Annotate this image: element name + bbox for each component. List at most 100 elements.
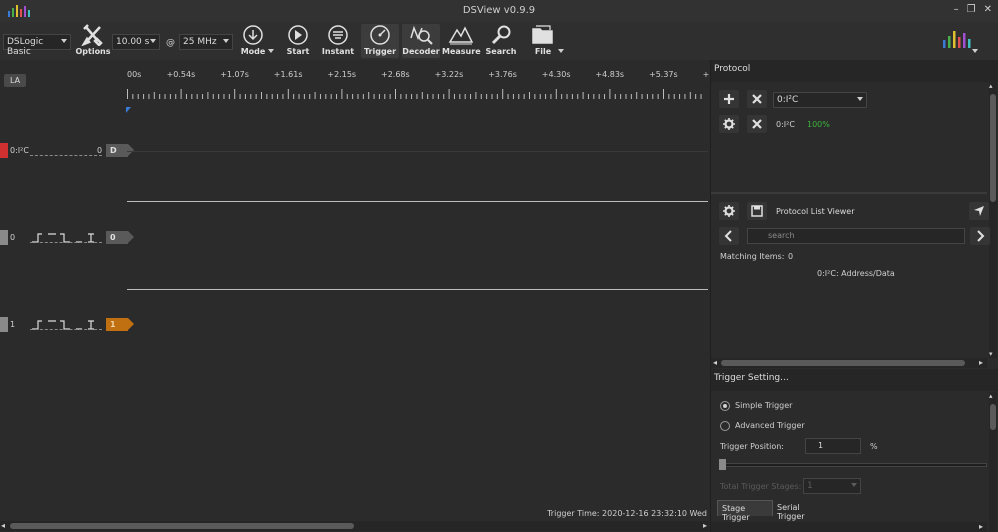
search-label: Search xyxy=(485,47,517,56)
list-settings-button[interactable] xyxy=(719,202,739,220)
la-mode-button[interactable]: LA xyxy=(4,74,26,87)
protocol-vertical-scrollbar[interactable]: ▴ ▾ xyxy=(989,82,997,358)
total-stages-value: 1 xyxy=(807,481,813,491)
trigger-button[interactable]: Trigger xyxy=(361,24,399,58)
channel-color-marker xyxy=(0,230,8,245)
list-column-header: 0:I²C: Address/Data xyxy=(817,269,895,278)
chevron-down-icon xyxy=(851,483,857,487)
mode-dropdown-icon[interactable] xyxy=(268,49,274,53)
mode-button[interactable]: Mode xyxy=(234,24,272,58)
channel-tag[interactable]: D xyxy=(106,144,134,157)
advanced-trigger-label: Advanced Trigger xyxy=(735,421,805,430)
file-label: File xyxy=(534,47,552,56)
total-stages-select[interactable]: 1 xyxy=(803,478,861,494)
channel-0[interactable]: 0 0 xyxy=(0,230,134,246)
list-viewer-title: Protocol List Viewer xyxy=(776,207,855,216)
download-circle-icon xyxy=(243,25,263,45)
scroll-up-icon[interactable]: ▴ xyxy=(989,392,993,400)
options-button[interactable]: Options xyxy=(74,24,112,58)
splitter[interactable] xyxy=(711,192,987,194)
close-icon xyxy=(752,94,762,104)
scroll-down-icon[interactable]: ▾ xyxy=(989,350,993,358)
mode-label: Mode xyxy=(240,47,266,56)
trigger-position-label: Trigger Position: xyxy=(720,442,784,451)
advanced-trigger-radio[interactable] xyxy=(720,421,730,431)
matching-items-count: 0 xyxy=(788,252,794,261)
minimize-button[interactable]: – xyxy=(954,4,959,15)
protocol-search-input[interactable]: search xyxy=(747,228,965,244)
trigger-vertical-scrollbar[interactable]: ▴ xyxy=(989,392,997,532)
scrollbar-thumb[interactable] xyxy=(721,360,965,366)
scroll-right-icon[interactable]: ▸ xyxy=(979,358,983,367)
channel-tag[interactable]: 0 xyxy=(106,231,134,244)
trigger-horizontal-scrollbar[interactable]: ▸ xyxy=(711,522,987,532)
search-placeholder: search xyxy=(768,231,795,240)
device-select[interactable]: DSLogic Basic xyxy=(3,34,71,57)
start-button[interactable]: Start xyxy=(279,24,317,58)
channel-tag-text: 0 xyxy=(110,233,116,242)
simple-trigger-radio[interactable] xyxy=(720,401,730,411)
decoder-label: Decoder xyxy=(402,47,440,56)
waveform-horizontal-scrollbar[interactable]: ◂ ▸ xyxy=(0,521,709,531)
measure-button[interactable]: Measure xyxy=(442,24,481,58)
trigger-marker-icon xyxy=(126,107,131,113)
slider-handle[interactable] xyxy=(719,459,726,470)
channel-decoder[interactable]: 0:I²C 0 D xyxy=(0,143,134,159)
decoder-trace xyxy=(127,151,708,152)
scroll-right-icon[interactable]: ▸ xyxy=(979,522,983,531)
search-button[interactable]: Search xyxy=(482,24,520,58)
decoder-settings-button[interactable] xyxy=(719,115,739,133)
decoder-row-name: 0:I²C xyxy=(776,120,795,129)
remove-decoder-button[interactable] xyxy=(747,115,767,133)
scroll-left-icon[interactable]: ◂ xyxy=(1,521,5,530)
protocol-panel-header: Protocol xyxy=(711,60,998,82)
channel-name: 0:I²C xyxy=(10,146,29,155)
channel-tag-text: 1 xyxy=(110,320,116,329)
channel-0-trace-divider xyxy=(127,201,708,202)
channel-tag[interactable]: 1 xyxy=(106,318,134,331)
mountain-measure-icon xyxy=(448,26,474,45)
folder-icon xyxy=(532,25,553,44)
scrollbar-thumb[interactable] xyxy=(990,404,996,430)
channel-dash xyxy=(30,329,102,330)
instant-button[interactable]: Instant xyxy=(319,24,357,58)
ruler-label: +1.61s xyxy=(273,70,303,79)
ruler-label: +5.37s xyxy=(649,70,678,79)
remove-all-decoders-button[interactable] xyxy=(747,90,767,108)
add-decoder-button[interactable] xyxy=(719,90,739,108)
trigger-time-label: Trigger Time: 2020-12-16 23:32:10 Wed xyxy=(547,509,707,518)
goto-cursor-button[interactable] xyxy=(969,202,989,220)
search-icon xyxy=(491,25,511,45)
tab-serial-trigger[interactable]: Serial Trigger xyxy=(773,500,829,521)
device-select-value: DSLogic Basic xyxy=(7,37,44,57)
navigation-arrow-icon xyxy=(974,206,984,216)
file-button[interactable]: File xyxy=(524,24,562,58)
file-dropdown-icon[interactable] xyxy=(558,49,564,53)
start-label: Start xyxy=(286,47,310,56)
samplerate-select[interactable]: 25 MHz xyxy=(179,34,233,50)
scroll-left-icon[interactable]: ◂ xyxy=(713,358,717,367)
trigger-position-input[interactable]: 1 xyxy=(805,438,861,454)
save-disk-icon xyxy=(751,205,763,217)
duration-select[interactable]: 10.00 s xyxy=(112,34,160,50)
previous-result-button[interactable] xyxy=(719,227,739,245)
close-button[interactable]: ✕ xyxy=(984,4,992,15)
restore-button[interactable]: ❐ xyxy=(967,4,976,15)
scroll-up-icon[interactable]: ▴ xyxy=(989,82,993,90)
tab-stage-trigger[interactable]: Stage Trigger xyxy=(717,500,773,522)
channel-name: 1 xyxy=(10,320,16,329)
next-result-button[interactable] xyxy=(970,227,990,245)
scrollbar-thumb[interactable] xyxy=(10,523,354,529)
trigger-label: Trigger xyxy=(363,47,397,56)
decoder-progress: 100% xyxy=(807,120,830,129)
channel-1[interactable]: 1 1 xyxy=(0,317,134,333)
decoder-type-select[interactable]: 0:I²C xyxy=(773,92,867,108)
list-horizontal-scrollbar[interactable]: ◂ ▸ xyxy=(711,358,987,368)
scroll-right-icon[interactable]: ▸ xyxy=(703,521,707,530)
trigger-position-slider[interactable] xyxy=(719,463,987,467)
save-list-button[interactable] xyxy=(747,202,767,220)
decoder-button[interactable]: Decoder xyxy=(402,24,440,58)
logo-dropdown-icon[interactable] xyxy=(972,49,978,53)
scrollbar-thumb[interactable] xyxy=(990,94,996,202)
waveform-view[interactable]: LA 00s +0.54s +1.07s +1.61s +2.15s +2.68s +3.2… xyxy=(0,60,785,532)
